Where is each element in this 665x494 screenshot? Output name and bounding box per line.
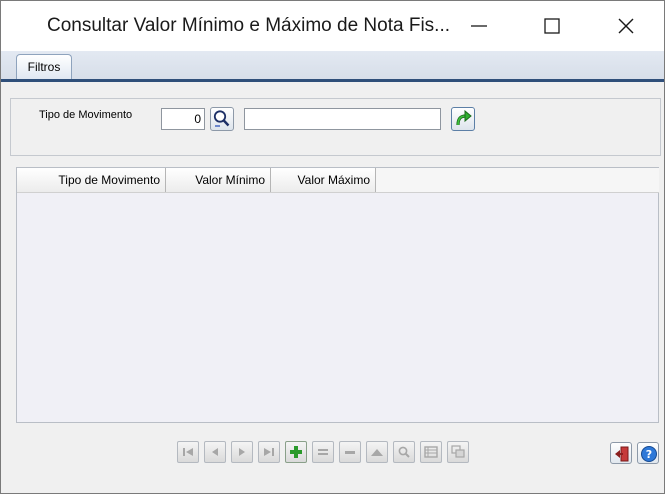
first-icon [183, 448, 193, 456]
tipo-movimento-code-input[interactable]: 0 [161, 108, 205, 130]
tipo-movimento-description-input[interactable] [244, 108, 441, 130]
edit-icon [318, 449, 328, 455]
apply-filter-button[interactable] [451, 107, 475, 131]
nav-last-button[interactable] [258, 441, 280, 463]
help-button[interactable]: ? [637, 442, 659, 464]
app-window: Consultar Valor Mínimo e Máximo de Nota … [0, 0, 665, 494]
next-icon [239, 448, 245, 456]
exit-door-icon [615, 446, 629, 462]
last-icon [264, 448, 274, 456]
minimize-icon [471, 25, 487, 27]
svg-text:?: ? [646, 448, 652, 461]
nav-delete-button[interactable] [339, 441, 361, 463]
nav-insert-button[interactable] [285, 441, 307, 463]
column-header-valor-maximo[interactable]: Valor Máximo [271, 168, 376, 192]
search-icon [398, 446, 410, 458]
nav-edit-button[interactable] [312, 441, 334, 463]
grid-header: Tipo de Movimento Valor Mínimo Valor Máx… [17, 168, 659, 193]
tab-underline [1, 79, 664, 82]
tab-strip [1, 51, 664, 81]
nav-form-button[interactable] [420, 441, 442, 463]
post-icon [371, 449, 383, 456]
title-bar: Consultar Valor Mínimo e Máximo de Nota … [1, 1, 664, 51]
insert-icon [290, 446, 302, 458]
nav-next-button[interactable] [231, 441, 253, 463]
help-icon: ? [641, 446, 657, 462]
form-icon [424, 446, 438, 458]
nav-search-button[interactable] [393, 441, 415, 463]
nav-post-button[interactable] [366, 441, 388, 463]
exit-button[interactable] [610, 442, 632, 464]
magnifier-icon [213, 110, 230, 127]
nav-prior-button[interactable] [204, 441, 226, 463]
delete-icon [345, 451, 355, 454]
results-grid[interactable]: Tipo de Movimento Valor Mínimo Valor Máx… [16, 167, 659, 423]
column-header-tipo-movimento[interactable]: Tipo de Movimento [17, 168, 166, 192]
close-icon [618, 18, 634, 34]
refresh-icon [451, 445, 465, 458]
close-button[interactable] [604, 7, 648, 45]
tab-filtros[interactable]: Filtros [16, 54, 72, 80]
window-title: Consultar Valor Mínimo e Máximo de Nota … [47, 15, 451, 36]
green-arrow-refresh-icon [456, 109, 472, 126]
prior-icon [212, 448, 218, 456]
nav-first-button[interactable] [177, 441, 199, 463]
minimize-button[interactable] [457, 7, 501, 45]
maximize-icon [544, 18, 560, 34]
column-header-valor-minimo[interactable]: Valor Mínimo [166, 168, 271, 192]
maximize-button[interactable] [530, 7, 574, 45]
nav-refresh-button[interactable] [447, 441, 469, 463]
tipo-movimento-label: Tipo de Movimento [39, 109, 133, 121]
search-tipo-movimento-button[interactable] [210, 107, 234, 131]
